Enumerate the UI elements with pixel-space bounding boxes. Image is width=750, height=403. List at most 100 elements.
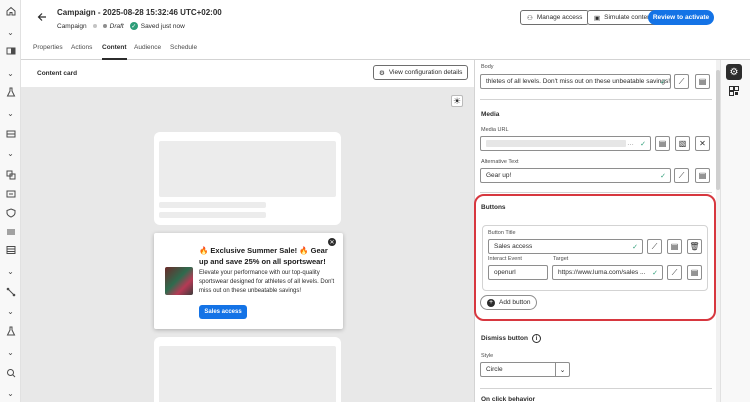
tab-properties[interactable]: Properties bbox=[33, 44, 63, 51]
media-url-redacted bbox=[486, 140, 626, 147]
buttons-section-title: Buttons bbox=[481, 204, 506, 211]
preview-canvas: ☀ ✕ 🔥 Exclusive Summer Sale! 🔥 Gear up a… bbox=[21, 87, 474, 402]
add-button[interactable]: + Add button bbox=[480, 295, 538, 310]
chevron-down-icon[interactable]: ⌄ bbox=[5, 68, 16, 79]
tab-actions[interactable]: Actions bbox=[71, 44, 92, 51]
chevron-down-icon[interactable]: ⌄ bbox=[5, 27, 16, 38]
saved-check-icon: ✓ bbox=[129, 22, 138, 30]
gear-icon[interactable]: ⚙ bbox=[726, 64, 742, 80]
close-icon[interactable]: ✕ bbox=[328, 238, 336, 246]
plus-icon: + bbox=[487, 298, 495, 307]
target-label: Target bbox=[553, 256, 569, 262]
button-title-label: Button Title bbox=[488, 230, 516, 236]
back-arrow-icon[interactable] bbox=[36, 11, 48, 23]
target-input[interactable]: https://www.luma.com/sales ... ✓ bbox=[552, 265, 663, 280]
divider bbox=[480, 192, 712, 193]
chevron-down-icon[interactable]: ⌄ bbox=[5, 347, 16, 358]
personalize-icon[interactable]: ▤ bbox=[655, 136, 670, 151]
dismiss-button-section-title: Dismiss button i bbox=[481, 334, 541, 343]
media-section-title: Media bbox=[481, 111, 500, 118]
canvas-toolbar: Content card ⚙ View configuration detail… bbox=[21, 60, 474, 87]
placeholder-bar bbox=[159, 141, 336, 197]
content-card-label: Content card bbox=[37, 70, 78, 77]
valid-check-icon: ✓ bbox=[660, 79, 666, 86]
preview-title: 🔥 Exclusive Summer Sale! 🔥 Gear up and s… bbox=[199, 246, 328, 266]
save-status: Saved just now bbox=[140, 22, 185, 30]
preview-image bbox=[165, 267, 193, 295]
separator-dot bbox=[92, 24, 97, 28]
chevron-down-icon[interactable]: ⌄ bbox=[5, 148, 16, 159]
simulate-icon: ▣ bbox=[594, 14, 601, 22]
shield-icon[interactable] bbox=[5, 207, 16, 218]
content-card-preview: ✕ 🔥 Exclusive Summer Sale! 🔥 Gear up and… bbox=[154, 233, 343, 329]
personalize-icon[interactable]: ▤ bbox=[687, 265, 702, 280]
clear-icon[interactable]: ✕ bbox=[695, 136, 710, 151]
preview-sales-access-button[interactable]: Sales access bbox=[199, 305, 247, 319]
divider bbox=[480, 99, 712, 100]
chevron-down-icon[interactable]: ⌄ bbox=[5, 306, 16, 317]
right-side-toolbar: ⚙ bbox=[720, 60, 750, 402]
body-label: Body bbox=[481, 64, 494, 70]
flask-icon[interactable] bbox=[5, 325, 16, 336]
ai-assist-wand-icon[interactable]: ⟋ bbox=[667, 265, 682, 280]
tab-schedule[interactable]: Schedule bbox=[170, 44, 197, 51]
ai-assist-wand-icon[interactable]: ⟋ bbox=[674, 168, 689, 183]
valid-check-icon: ✓ bbox=[652, 270, 658, 277]
view-configuration-button[interactable]: ⚙ View configuration details bbox=[373, 65, 469, 80]
template-icon[interactable] bbox=[5, 188, 16, 199]
ai-assist-wand-icon[interactable]: ⟋ bbox=[647, 239, 662, 254]
draft-status-dot bbox=[102, 24, 107, 28]
tab-content[interactable]: Content bbox=[102, 44, 127, 60]
alt-text-input[interactable]: Gear up! ✓ bbox=[480, 168, 671, 183]
chevron-down-icon[interactable]: ⌄ bbox=[5, 266, 16, 277]
campaign-title: Campaign - 2025-08-28 15:32:46 UTC+02:00 bbox=[57, 8, 222, 17]
delete-trash-icon[interactable]: 🗑 bbox=[687, 239, 702, 254]
preview-body: Elevate your performance with our top-qu… bbox=[199, 270, 335, 294]
review-to-activate-button[interactable]: Review to activate bbox=[648, 10, 714, 25]
table-icon[interactable] bbox=[5, 244, 16, 255]
tab-audience[interactable]: Audience bbox=[134, 44, 161, 51]
theme-toggle-sun-icon[interactable]: ☀ bbox=[451, 95, 463, 107]
valid-check-icon: ✓ bbox=[632, 244, 638, 251]
journey-icon[interactable] bbox=[5, 45, 16, 56]
body-input[interactable]: thletes of all levels. Don't miss out on… bbox=[480, 74, 671, 89]
draft-status: Draft bbox=[109, 22, 124, 30]
personalize-icon[interactable]: ▤ bbox=[667, 239, 682, 254]
connection-icon[interactable] bbox=[5, 286, 16, 297]
personalize-icon[interactable]: ▤ bbox=[695, 74, 710, 89]
manage-access-icon: ⚇ bbox=[527, 14, 533, 22]
placeholder-bar bbox=[159, 346, 336, 402]
info-icon[interactable]: i bbox=[531, 334, 541, 343]
campaign-meta: Campaign Draft ✓ Saved just now bbox=[57, 22, 185, 30]
flask-icon[interactable] bbox=[5, 86, 16, 97]
grid-icon[interactable] bbox=[5, 128, 16, 139]
search-settings-icon[interactable] bbox=[5, 367, 16, 378]
home-icon[interactable] bbox=[5, 5, 16, 16]
style-select[interactable]: Circle ⌄ bbox=[480, 362, 570, 377]
placeholder-card bbox=[154, 132, 341, 225]
ai-assist-wand-icon[interactable]: ⟋ bbox=[674, 74, 689, 89]
qr-code-icon[interactable] bbox=[729, 86, 739, 96]
chevron-down-icon[interactable]: ⌄ bbox=[5, 108, 16, 119]
personalize-icon[interactable]: ▤ bbox=[695, 168, 710, 183]
list-icon[interactable] bbox=[5, 226, 16, 237]
placeholder-card bbox=[154, 337, 341, 402]
style-label: Style bbox=[481, 353, 494, 359]
placeholder-bar bbox=[159, 212, 266, 218]
interact-event-label: Interact Event bbox=[488, 256, 522, 262]
interact-event-input[interactable]: openurl bbox=[488, 265, 548, 280]
chevron-down-icon[interactable]: ⌄ bbox=[5, 388, 16, 399]
asset-picker-icon[interactable]: ▧ bbox=[675, 136, 690, 151]
assets-icon[interactable] bbox=[5, 169, 16, 180]
left-nav-rail: ⌄ ⌄ ⌄ ⌄ ⌄ ⌄ ⌄ ⌄ bbox=[0, 0, 21, 402]
placeholder-bar bbox=[159, 202, 266, 208]
button-title-input[interactable]: Sales access ✓ bbox=[488, 239, 643, 254]
manage-access-button[interactable]: ⚇ Manage access bbox=[520, 10, 590, 25]
valid-check-icon: ✓ bbox=[640, 141, 646, 148]
media-url-input[interactable]: … ✓ bbox=[480, 136, 651, 151]
config-icon: ⚙ bbox=[379, 69, 385, 77]
campaign-header: Campaign - 2025-08-28 15:32:46 UTC+02:00… bbox=[21, 0, 750, 38]
ellipsis-text: … bbox=[627, 140, 634, 147]
media-url-label: Media URL bbox=[481, 127, 509, 133]
chevron-down-icon: ⌄ bbox=[555, 363, 569, 376]
